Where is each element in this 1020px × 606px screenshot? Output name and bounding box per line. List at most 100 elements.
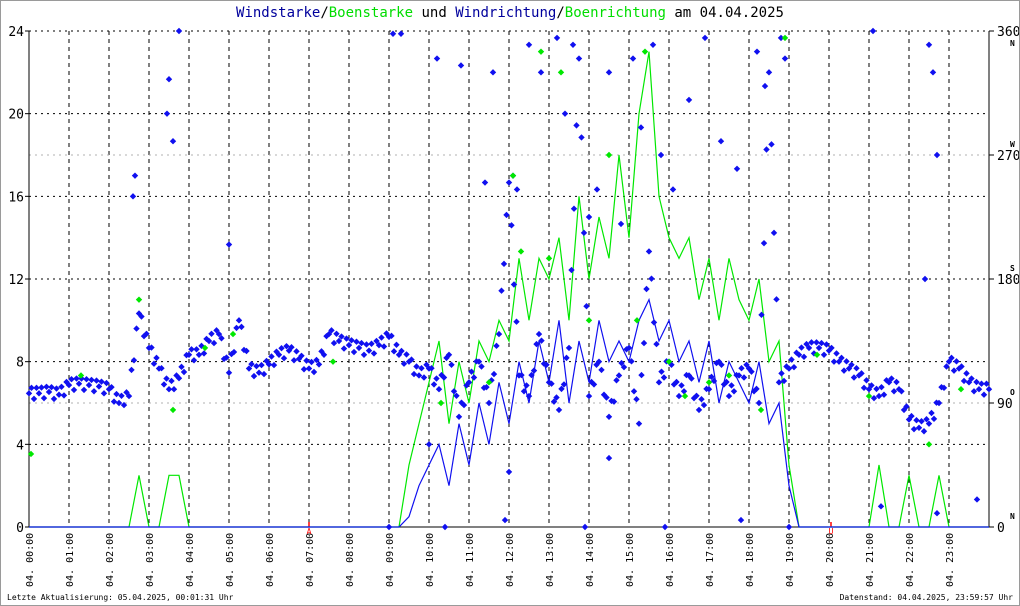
wind-direction-point xyxy=(973,378,980,386)
wind-direction-point xyxy=(820,351,828,358)
wind-direction-point xyxy=(133,325,140,332)
x-tick-label: 04. 10:00 xyxy=(425,533,436,587)
x-tick-label: 04. 05:00 xyxy=(225,533,236,587)
left-tick-label: 12 xyxy=(8,273,24,288)
footer-last-update: Letzte Aktualisierung: 05.04.2025, 00:01… xyxy=(7,593,234,602)
wind-direction-point xyxy=(980,391,988,398)
wind-direction-point xyxy=(300,366,308,373)
wind-direction-point xyxy=(669,186,677,193)
wind-direction-point xyxy=(310,368,318,376)
wind-direction-point xyxy=(643,285,650,293)
wind-direction-point xyxy=(535,330,543,338)
wind-direction-point xyxy=(368,340,375,347)
wind-direction-point xyxy=(869,27,877,35)
wind-direction-point xyxy=(393,341,400,348)
wind-direction-point xyxy=(129,193,137,200)
wind-direction-point xyxy=(110,398,118,405)
wind-direction-point xyxy=(717,138,725,145)
gust-direction-point xyxy=(605,151,613,159)
wind-direction-point xyxy=(525,41,533,48)
wind-direction-point xyxy=(90,388,98,395)
wind-direction-point xyxy=(593,186,601,193)
wind-direction-point xyxy=(169,138,177,145)
wind-direction-point xyxy=(131,172,139,179)
wind-direction-point xyxy=(50,395,58,403)
wind-direction-point xyxy=(100,390,108,397)
wind-direction-point xyxy=(425,441,433,448)
gust-direction-point xyxy=(135,296,143,303)
wind-direction-point xyxy=(441,523,449,531)
wind-direction-point xyxy=(410,370,418,378)
wind-direction-point xyxy=(760,239,768,247)
left-tick-label: 24 xyxy=(8,25,24,40)
wind-direction-point xyxy=(195,351,203,358)
wind-direction-point xyxy=(481,179,489,186)
wind-direction-point xyxy=(193,346,200,353)
gust-direction-point xyxy=(925,441,933,448)
sun-marker-label: A xyxy=(307,527,312,536)
wind-direction-point xyxy=(755,399,763,407)
gust-direction-point xyxy=(681,392,689,400)
wind-direction-point xyxy=(629,55,637,62)
x-tick-label: 04. 13:00 xyxy=(545,533,556,587)
left-tick-label: 8 xyxy=(16,356,24,371)
wind-direction-point xyxy=(790,363,798,371)
wind-direction-point xyxy=(738,365,745,372)
wind-direction-point xyxy=(380,343,388,350)
wind-direction-point xyxy=(753,48,761,55)
gust-direction-point xyxy=(757,406,765,414)
wind-direction-point xyxy=(768,141,775,148)
compass-label: N xyxy=(1010,512,1015,521)
wind-direction-point xyxy=(660,374,668,381)
wind-direction-point xyxy=(570,205,578,212)
gust-direction-point xyxy=(329,358,337,365)
wind-direction-point xyxy=(569,41,577,48)
compass-label: N xyxy=(1010,39,1015,48)
compass-label: S xyxy=(1010,264,1015,273)
wind-direction-point xyxy=(498,287,505,294)
wind-speed-line xyxy=(29,297,989,528)
wind-direction-point xyxy=(635,420,643,427)
wind-direction-point xyxy=(953,358,960,365)
x-tick-label: 04. 20:00 xyxy=(825,533,836,587)
wind-direction-point xyxy=(728,382,735,389)
wind-direction-point xyxy=(175,27,183,35)
wind-direction-point xyxy=(617,220,625,228)
wind-direction-point xyxy=(93,377,100,384)
wind-direction-point xyxy=(40,394,48,402)
wind-direction-point xyxy=(53,385,60,392)
wind-direction-point xyxy=(353,338,360,345)
wind-direction-point xyxy=(403,351,410,358)
wind-direction-point xyxy=(160,381,168,388)
wind-direction-point xyxy=(225,369,233,376)
left-tick-label: 4 xyxy=(16,438,24,453)
gust-direction-point xyxy=(437,399,445,407)
wind-direction-point xyxy=(493,342,500,350)
x-tick-label: 04. 09:00 xyxy=(385,533,396,587)
wind-direction-point xyxy=(58,383,65,391)
wind-direction-point xyxy=(733,165,741,172)
x-tick-label: 04. 08:00 xyxy=(345,533,356,587)
x-tick-label: 04. 02:00 xyxy=(105,533,116,587)
wind-direction-point xyxy=(365,347,373,354)
wind-direction-point xyxy=(763,146,770,153)
gust-direction-point xyxy=(509,172,517,179)
wind-direction-point xyxy=(933,151,941,159)
wind-direction-point xyxy=(633,396,640,403)
x-tick-label: 04. 03:00 xyxy=(145,533,156,587)
x-tick-label: 04. 06:00 xyxy=(265,533,276,587)
wind-direction-point xyxy=(350,348,358,356)
wind-direction-point xyxy=(761,82,769,90)
x-tick-label: 04. 19:00 xyxy=(785,533,796,587)
wind-direction-point xyxy=(880,391,888,398)
wind-direction-point xyxy=(130,357,138,364)
wind-direction-point xyxy=(370,350,378,357)
wind-direction-point xyxy=(128,366,135,374)
footer-data-status: Datenstand: 04.04.2025, 23:59:57 Uhr xyxy=(839,593,1013,602)
gust-direction-point xyxy=(517,248,525,255)
wind-direction-point xyxy=(580,229,588,237)
wind-direction-point xyxy=(561,110,569,117)
right-tick-label: 90 xyxy=(997,397,1013,412)
wind-direction-point xyxy=(658,368,665,375)
compass-label: O xyxy=(1010,388,1015,397)
